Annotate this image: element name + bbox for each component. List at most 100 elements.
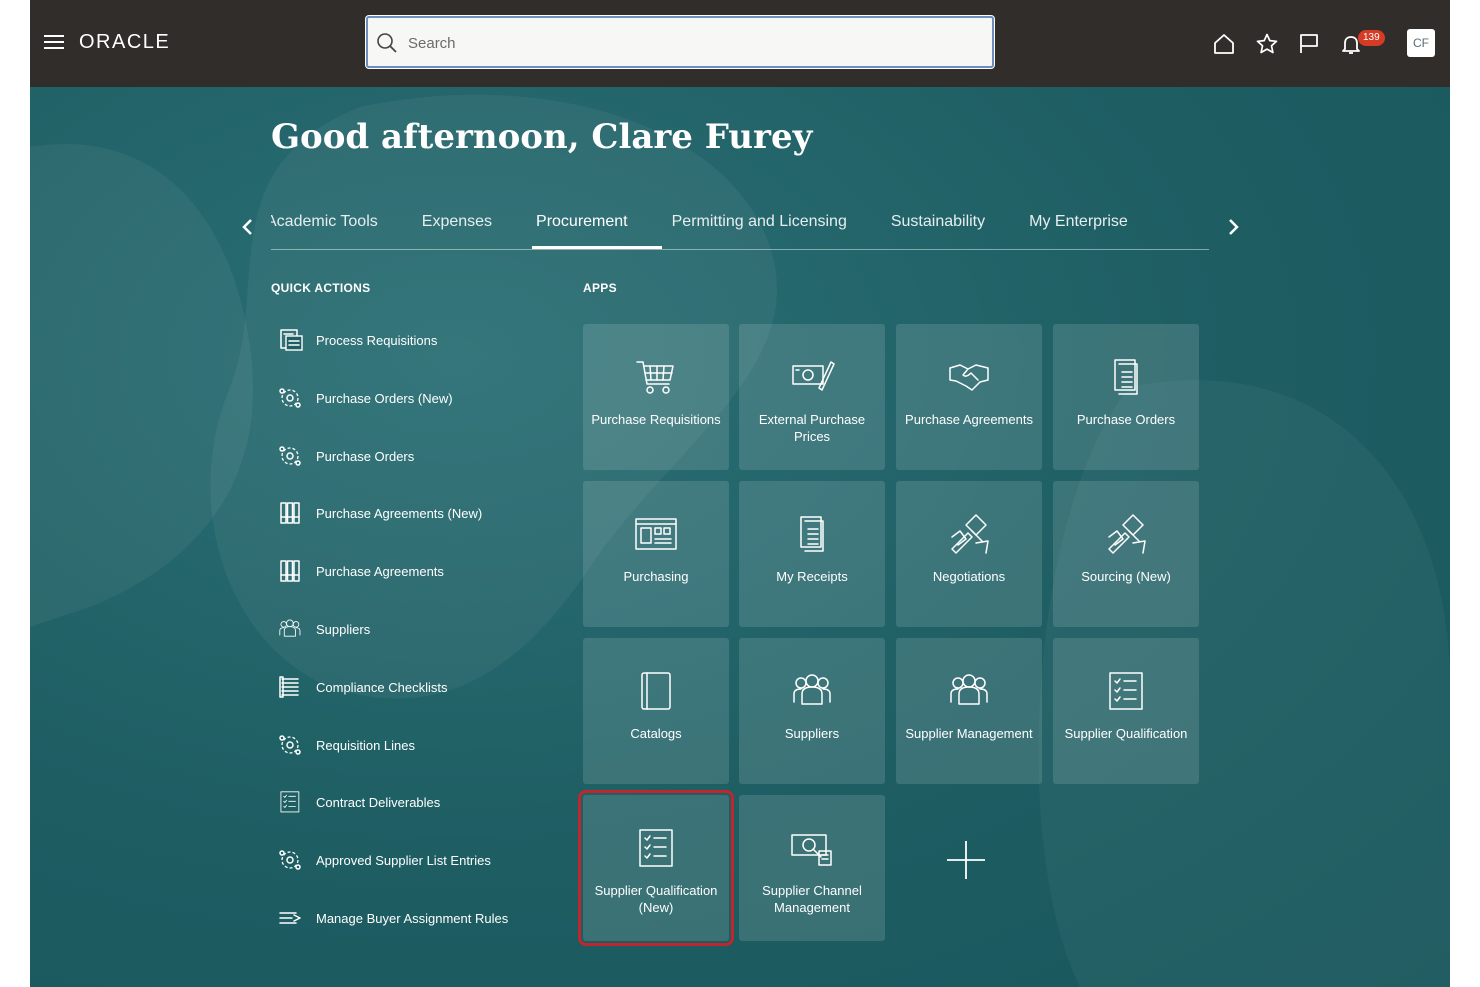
greeting-heading: Good afternoon, Clare Furey	[271, 117, 813, 157]
gear-cycle-icon	[279, 850, 301, 870]
checklist-icon	[280, 791, 300, 813]
quick-actions-list: Process Requisitions Purchase Orders (New…	[271, 322, 571, 958]
quick-action-item[interactable]: Manage Buyer Assignment Rules	[271, 900, 571, 958]
document-icon	[1114, 359, 1138, 395]
quick-action-label: Purchase Agreements (New)	[316, 506, 483, 522]
app-tile-label: Supplier Channel Management	[762, 883, 862, 915]
app-tile-label: Supplier Qualification	[1064, 726, 1188, 741]
quick-actions-title: QUICK ACTIONS	[271, 281, 371, 295]
app-tile-label: Negotiations	[932, 569, 1006, 584]
book-icon	[641, 672, 671, 710]
checklist-icon	[639, 829, 673, 867]
search-box[interactable]	[365, 15, 995, 69]
app-tile-purchase-agreements[interactable]: Purchase Agreements	[896, 324, 1042, 470]
app-tile-supplier-management[interactable]: Supplier Management	[896, 638, 1042, 784]
app-tile-supplier-qualification[interactable]: Supplier Qualification	[1053, 638, 1199, 784]
quick-action-label: Purchase Orders (New)	[316, 390, 453, 406]
add-app-icon[interactable]	[933, 827, 999, 893]
app-tile-supplier-qualification-new[interactable]: Supplier Qualification (New)	[578, 790, 734, 946]
people-icon	[950, 674, 988, 705]
app-tile-my-receipts[interactable]: My Receipts	[739, 481, 885, 627]
quick-action-label: Requisition Lines	[316, 737, 416, 753]
quick-action-label: Suppliers	[316, 621, 371, 637]
app-tile-sourcing-new[interactable]: Sourcing (New)	[1053, 481, 1199, 627]
app-tile-label: Sourcing (New)	[1081, 569, 1171, 584]
quick-action-label: Purchase Orders	[316, 448, 415, 464]
app-tile-supplier-channel-management[interactable]: Supplier Channel Management	[739, 795, 885, 941]
dashboard-icon	[635, 518, 677, 550]
star-icon[interactable]	[1255, 32, 1279, 56]
gear-cycle-icon	[279, 734, 301, 755]
global-header: ORACLE 139 CF	[30, 0, 1450, 87]
quick-action-item[interactable]: Purchase Orders	[271, 438, 571, 496]
app-tile-external-purchase-prices[interactable]: External Purchase Prices	[739, 324, 885, 470]
quick-action-label: Process Requisitions	[316, 333, 438, 348]
app-tile-suppliers[interactable]: Suppliers	[739, 638, 885, 784]
quick-action-label: Contract Deliverables	[316, 795, 441, 811]
tab-sustainability[interactable]: Sustainability	[891, 205, 985, 239]
quick-action-item[interactable]: Process Requisitions	[271, 322, 571, 380]
cart-icon	[636, 361, 674, 394]
tab-procurement[interactable]: Procurement	[532, 205, 662, 249]
checklist-stack-icon	[279, 676, 299, 698]
binders-icon	[280, 502, 300, 525]
money-search-icon	[791, 834, 832, 866]
requisition-icon	[280, 329, 303, 351]
quick-action-label: Approved Supplier List Entries	[316, 853, 491, 869]
tab-permitting-and-licensing[interactable]: Permitting and Licensing	[672, 205, 847, 239]
apps-title: APPS	[583, 281, 617, 295]
oracle-home-frame: ORACLE 139 CF Good afte	[30, 0, 1450, 987]
app-tile-label: Supplier Qualification (New)	[594, 883, 718, 915]
tab-academic-tools[interactable]: Academic Tools	[271, 205, 378, 239]
app-tile-label: My Receipts	[776, 569, 848, 584]
quick-action-item[interactable]: Compliance Checklists	[271, 669, 571, 727]
app-tile-catalogs[interactable]: Catalogs	[583, 638, 729, 784]
app-tile-label: Catalogs	[630, 726, 682, 741]
oracle-logo[interactable]: ORACLE	[79, 31, 170, 54]
flag-icon[interactable]	[1297, 32, 1321, 56]
quick-action-item[interactable]: Purchase Agreements (New)	[271, 495, 571, 553]
app-tile-label: Purchasing	[623, 569, 689, 584]
quick-action-item[interactable]: Suppliers	[271, 611, 571, 669]
gavel-icon	[951, 514, 989, 554]
handshake-icon	[949, 364, 989, 391]
quick-action-label: Manage Buyer Assignment Rules	[316, 910, 509, 926]
binders-icon	[280, 560, 300, 582]
chevron-left-icon[interactable]	[238, 215, 258, 239]
app-tile-label: Purchase Requisitions	[591, 412, 721, 427]
app-tile-purchase-orders[interactable]: Purchase Orders	[1053, 324, 1199, 470]
springboard-tabs: Academic Tools Expenses Procurement Permitt…	[271, 205, 1209, 250]
search-icon	[377, 33, 397, 53]
gavel-icon	[1108, 514, 1146, 554]
quick-action-item[interactable]: Requisition Lines	[271, 727, 571, 785]
quick-action-label: Compliance Checklists	[316, 679, 448, 695]
app-tile-label: Purchase Orders	[1076, 412, 1176, 427]
checklist-icon	[1109, 672, 1143, 710]
gear-cycle-icon	[279, 445, 301, 466]
tab-expenses[interactable]: Expenses	[422, 205, 492, 239]
springboard-panel: Good afternoon, Clare Furey Academic Too…	[30, 87, 1450, 987]
app-tile-label: Supplier Management	[905, 726, 1033, 741]
people-icon	[793, 674, 831, 705]
app-tile-negotiations[interactable]: Negotiations	[896, 481, 1042, 627]
rules-icon	[279, 912, 301, 924]
tab-my-enterprise[interactable]: My Enterprise	[1029, 205, 1128, 239]
document-icon	[800, 516, 824, 552]
quick-action-item[interactable]: Purchase Orders (New)	[271, 380, 571, 438]
search-input[interactable]	[406, 30, 970, 56]
user-avatar[interactable]: CF	[1407, 29, 1435, 57]
app-tile-purchasing[interactable]: Purchasing	[583, 481, 729, 627]
quick-action-item[interactable]: Purchase Agreements	[271, 553, 571, 611]
quick-action-item[interactable]: Approved Supplier List Entries	[271, 842, 571, 900]
quick-action-item[interactable]: Contract Deliverables	[271, 784, 571, 842]
gear-cycle-icon	[279, 388, 301, 408]
app-tile-label: Suppliers	[784, 726, 840, 741]
app-tile-purchase-requisitions[interactable]: Purchase Requisitions	[583, 324, 729, 470]
menu-icon[interactable]	[44, 33, 64, 51]
notification-count-badge[interactable]: 139	[1358, 30, 1385, 46]
chevron-right-icon[interactable]	[1223, 215, 1243, 239]
quick-action-label: Purchase Agreements	[316, 564, 444, 580]
app-tile-label: Purchase Agreements	[905, 412, 1033, 427]
home-icon[interactable]	[1212, 32, 1236, 56]
money-pen-icon	[792, 361, 835, 391]
